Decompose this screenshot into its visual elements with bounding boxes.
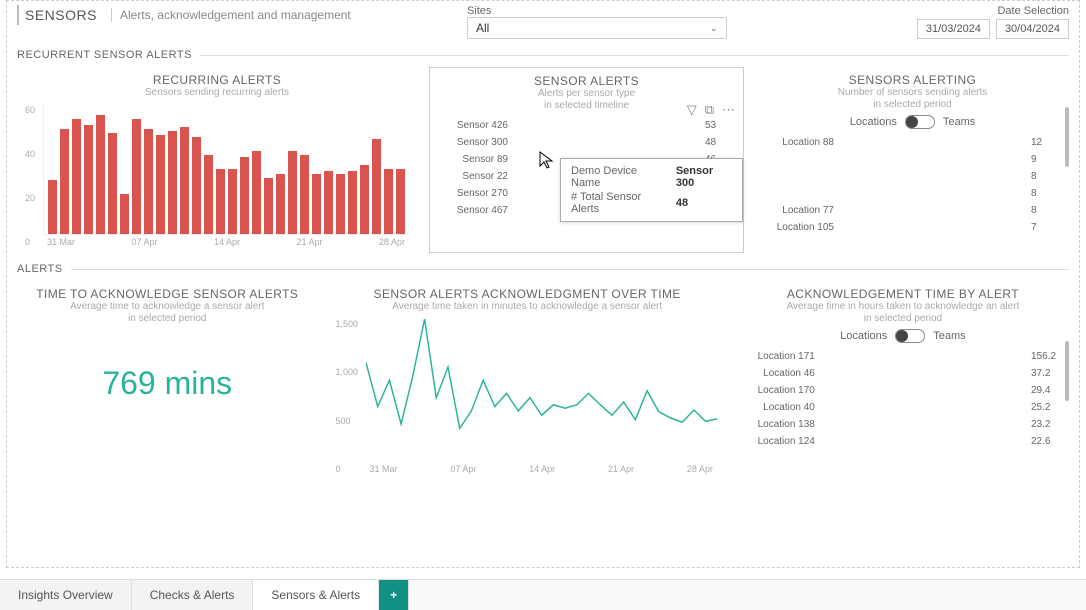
sensors-alerting-sub1: Number of sensors sending alerts xyxy=(764,87,1061,99)
date-label: Date Selection xyxy=(917,5,1069,17)
ack-by-alert-sub1: Average time in hours taken to acknowled… xyxy=(745,301,1061,313)
sensors-alerting-bars[interactable]: Location 8812 9 8 8 Location 778 Location 105… xyxy=(764,135,1061,234)
card-sensors-alerting: SENSORS ALERTING Number of sensors sendi… xyxy=(756,67,1069,253)
hbar-row[interactable]: 9 xyxy=(764,152,1061,166)
hbar-row[interactable]: Location 8812 xyxy=(764,135,1061,149)
hbar-row[interactable]: 8 xyxy=(764,169,1061,183)
header-row: SENSORS Alerts, acknowledgement and mana… xyxy=(17,5,1069,39)
toggle-left-label: Locations xyxy=(850,116,897,128)
section-alerts: ALERTS xyxy=(17,263,1069,275)
sensor-alerts-title: SENSOR ALERTS xyxy=(438,74,735,88)
filter-icon[interactable]: ▽ xyxy=(687,102,697,118)
sensors-alerting-sub2: in selected period xyxy=(764,99,1061,111)
tab-insights-overview[interactable]: Insights Overview xyxy=(0,580,132,610)
recurring-title: RECURRING ALERTS xyxy=(25,73,409,87)
recurring-y-ticks: 6040200 xyxy=(25,105,35,247)
report-tabs: Insights Overview Checks & Alerts Sensor… xyxy=(0,579,1086,610)
hbar-row[interactable]: Sensor 30048 xyxy=(438,135,735,149)
focus-icon[interactable]: ⧉ xyxy=(705,102,714,118)
card-ack-by-alert: ACKNOWLEDGEMENT TIME BY ALERT Average ti… xyxy=(737,281,1069,480)
sensor-alerts-sub1: Alerts per sensor type xyxy=(438,88,735,100)
hbar-row[interactable]: Location 778 xyxy=(764,203,1061,217)
ack-over-time-line[interactable] xyxy=(366,319,717,459)
recurring-sub: Sensors sending recurring alerts xyxy=(25,87,409,99)
ack-by-alert-sub2: in selected period xyxy=(745,313,1061,325)
date-to-input[interactable]: 30/04/2024 xyxy=(996,19,1069,39)
page-subtitle: Alerts, acknowledgement and management xyxy=(111,8,351,22)
sensor-alerts-tooltip: Demo Device NameSensor 300 # Total Senso… xyxy=(560,158,743,222)
ack-over-time-y-ticks: 1,5001,0005000 xyxy=(336,319,359,474)
ack-time-sub1: Average time to acknowledge a sensor ale… xyxy=(25,301,310,313)
tab-add[interactable]: + xyxy=(379,580,409,610)
hbar-row[interactable]: Location 171156.2 xyxy=(745,349,1061,363)
scroll-indicator[interactable] xyxy=(1065,107,1069,167)
tab-checks-alerts[interactable]: Checks & Alerts xyxy=(132,580,254,610)
page-title: SENSORS xyxy=(17,5,103,25)
hbar-row[interactable]: Location 4025.2 xyxy=(745,400,1061,414)
sites-dropdown[interactable]: All ⌄ xyxy=(467,17,727,39)
hbar-row[interactable]: Location 17029.4 xyxy=(745,383,1061,397)
hbar-row[interactable]: Location 13823.2 xyxy=(745,417,1061,431)
hbar-row[interactable]: Sensor 42653 xyxy=(438,118,735,132)
locations-teams-toggle[interactable] xyxy=(905,115,935,129)
ack-time-sub2: in selected period xyxy=(25,313,310,325)
scroll-indicator[interactable] xyxy=(1065,341,1069,401)
more-icon[interactable]: ⋯ xyxy=(722,102,735,118)
recurring-bars[interactable] xyxy=(43,105,409,235)
hbar-row[interactable]: 8 xyxy=(764,186,1061,200)
hbar-row[interactable]: Location 1057 xyxy=(764,220,1061,234)
section-recurrent: RECURRENT SENSOR ALERTS xyxy=(17,49,1069,61)
ack-over-time-title: SENSOR ALERTS ACKNOWLEDGMENT OVER TIME xyxy=(338,287,717,301)
ack-by-alert-bars[interactable]: Location 171156.2 Location 4637.2 Location… xyxy=(745,349,1061,448)
tab-sensors-alerts[interactable]: Sensors & Alerts xyxy=(253,580,379,610)
hbar-row[interactable]: Location 12422.6 xyxy=(745,434,1061,448)
card-recurring-alerts: RECURRING ALERTS Sensors sending recurri… xyxy=(17,67,417,253)
sites-label: Sites xyxy=(467,5,901,17)
toggle-right-label: Teams xyxy=(943,116,975,128)
sites-value: All xyxy=(476,21,489,35)
ack-time-metric: 769 mins xyxy=(25,365,310,402)
hbar-row[interactable]: Location 4637.2 xyxy=(745,366,1061,380)
ack-over-time-x-ticks: 31 Mar07 Apr14 Apr21 Apr28 Apr xyxy=(366,462,717,474)
toggle-right-label: Teams xyxy=(933,330,965,342)
ack-by-alert-title: ACKNOWLEDGEMENT TIME BY ALERT xyxy=(745,287,1061,301)
toggle-left-label: Locations xyxy=(840,330,887,342)
recurring-x-ticks: 31 Mar07 Apr14 Apr21 Apr28 Apr xyxy=(43,235,409,247)
card-sensor-alerts: SENSOR ALERTS Alerts per sensor type in … xyxy=(429,67,744,253)
ack-over-time-sub: Average time taken in minutes to acknowl… xyxy=(338,301,717,313)
locations-teams-toggle-2[interactable] xyxy=(895,329,925,343)
sensors-alerting-title: SENSORS ALERTING xyxy=(764,73,1061,87)
chevron-down-icon: ⌄ xyxy=(710,23,718,34)
card-ack-time: TIME TO ACKNOWLEDGE SENSOR ALERTS Averag… xyxy=(17,281,318,480)
card-ack-over-time: SENSOR ALERTS ACKNOWLEDGMENT OVER TIME A… xyxy=(330,281,725,480)
ack-time-title: TIME TO ACKNOWLEDGE SENSOR ALERTS xyxy=(25,287,310,301)
date-from-input[interactable]: 31/03/2024 xyxy=(917,19,990,39)
